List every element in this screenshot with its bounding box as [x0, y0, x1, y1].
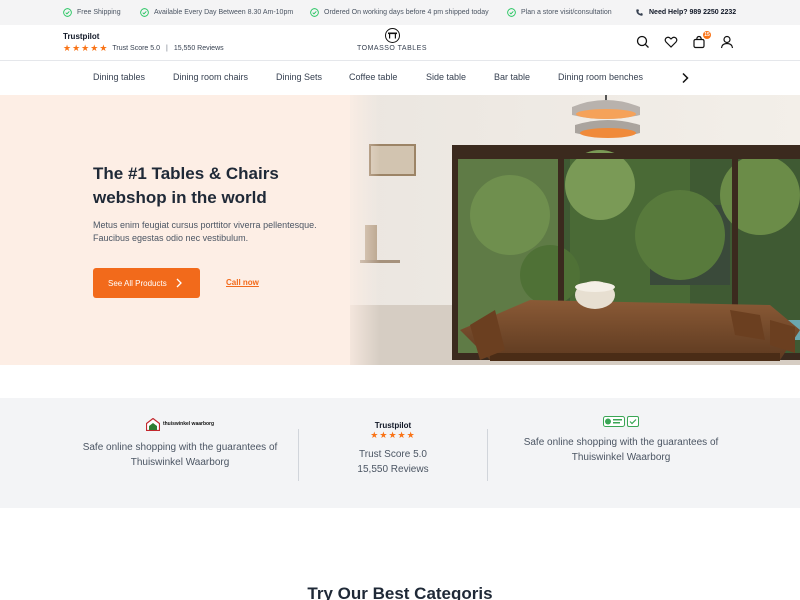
review-count: 15,550 Reviews — [173, 45, 224, 52]
table-logo-icon — [384, 28, 400, 43]
trust-text: Safe online shopping with the guarantees… — [82, 442, 278, 468]
nav-side-table[interactable]: Side table — [426, 72, 466, 82]
hero-dining-room-image — [350, 95, 800, 365]
chevron-right-icon — [176, 278, 182, 288]
nav-dining-sets[interactable]: Dining Sets — [276, 72, 322, 82]
star-rating: ★★★★★ — [63, 44, 107, 53]
nav-coffee-table[interactable]: Coffee table — [349, 72, 397, 82]
trust-band: thuiswinkel waarborg Safe online shoppin… — [0, 398, 800, 508]
trust-col-trustpilot: Trustpilot ★★★★★ Trust Score 5.0 15,550 … — [318, 421, 468, 477]
heart-icon — [664, 36, 678, 48]
search-icon — [636, 35, 649, 48]
site-header: Trustpilot ★ ★ ★ ★ ★ Trust Score 5.0 | 15,55… — [0, 25, 800, 61]
badge-icon — [603, 416, 625, 427]
check-icon — [140, 8, 149, 17]
trust-col-certificate: Safe online shopping with the guarantees… — [521, 416, 721, 465]
user-icon — [720, 35, 734, 49]
thuiswinkel-logo-text: thuiswinkel waarborg — [162, 421, 215, 427]
trustpilot-title[interactable]: Trustpilot — [318, 421, 468, 430]
star-icon: ★ — [406, 430, 416, 440]
hero-title: The #1 Tables & Chairs webshop in the wo… — [93, 164, 279, 207]
trust-text: Safe online shopping with the guarantees… — [523, 437, 719, 463]
star-icon: ★ — [63, 43, 72, 53]
star-icon: ★ — [397, 430, 407, 440]
star-icon: ★ — [81, 43, 90, 53]
cart-count-badge: 15 — [703, 31, 711, 39]
thuiswinkel-logo[interactable]: thuiswinkel waarborg — [80, 418, 280, 431]
help-phone[interactable]: Need Help? 989 2250 2232 — [635, 8, 736, 17]
star-icon: ★ — [99, 43, 108, 53]
see-all-products-button[interactable]: See All Products — [93, 268, 200, 298]
trust-col-thuiswinkel: thuiswinkel waarborg Safe online shoppin… — [80, 418, 280, 470]
trustpilot-rating[interactable]: ★ ★ ★ ★ ★ Trust Score 5.0 | 15,550 Reviews — [63, 44, 224, 53]
hero-subtitle: Metus enim feugiat cursus porttitor vive… — [93, 220, 317, 243]
nav-bar-table[interactable]: Bar table — [494, 72, 530, 82]
trust-score: Trust Score 5.0 — [112, 45, 160, 52]
account-button[interactable] — [720, 35, 734, 49]
chevron-right-icon[interactable] — [680, 72, 690, 84]
info-text: Ordered On working days before 4 pm ship… — [324, 9, 489, 16]
cart-button[interactable]: 15 — [692, 31, 711, 49]
header-actions: 15 — [636, 31, 734, 49]
logo-text: TOMASSO TABLES — [356, 45, 428, 52]
info-text: Free Shipping — [77, 9, 121, 16]
hero-banner: The #1 Tables & Chairs webshop in the wo… — [0, 95, 800, 365]
call-now-link[interactable]: Call now — [226, 278, 259, 287]
star-icon: ★ — [72, 43, 81, 53]
nav-dining-tables[interactable]: Dining tables — [93, 72, 145, 82]
divider — [298, 429, 299, 481]
categories-section-title: Try Our Best Categoris — [307, 584, 493, 600]
see-all-products-label: See All Products — [108, 278, 167, 288]
info-shipped-today: Ordered On working days before 4 pm ship… — [310, 8, 489, 17]
info-text: Plan a store visit/consultation — [521, 9, 612, 16]
star-icon: ★ — [388, 430, 398, 440]
site-logo[interactable]: TOMASSO TABLES — [352, 28, 432, 58]
help-text: Need Help? 989 2250 2232 — [649, 9, 737, 16]
star-rating: ★★★★★ — [318, 430, 468, 441]
review-count: 15,550 Reviews — [357, 464, 429, 475]
star-icon: ★ — [90, 43, 99, 53]
category-nav: Dining tables Dining room chairs Dining … — [0, 61, 800, 95]
certificate-logo[interactable] — [521, 416, 721, 427]
info-free-shipping: Free Shipping — [63, 8, 121, 17]
nav-dining-room-chairs[interactable]: Dining room chairs — [173, 72, 248, 82]
trust-score: Trust Score 5.0 — [359, 449, 427, 460]
star-icon: ★ — [370, 430, 380, 440]
nav-dining-room-benches[interactable]: Dining room benches — [558, 72, 643, 82]
check-badge-icon — [627, 416, 639, 427]
top-info-bar: Free Shipping Available Every Day Betwee… — [0, 0, 800, 25]
thuiswinkel-house-icon — [145, 418, 160, 431]
info-available: Available Every Day Between 8.30 Am-10pm — [140, 8, 293, 17]
check-icon — [507, 8, 516, 17]
check-icon — [310, 8, 319, 17]
info-store-visit[interactable]: Plan a store visit/consultation — [507, 8, 612, 17]
info-text: Available Every Day Between 8.30 Am-10pm — [154, 9, 294, 16]
phone-icon — [636, 9, 643, 16]
trustpilot-title[interactable]: Trustpilot — [63, 32, 99, 41]
separator: | — [165, 45, 168, 52]
wishlist-button[interactable] — [664, 35, 678, 49]
divider — [487, 429, 488, 481]
search-button[interactable] — [636, 35, 650, 49]
check-icon — [63, 8, 72, 17]
